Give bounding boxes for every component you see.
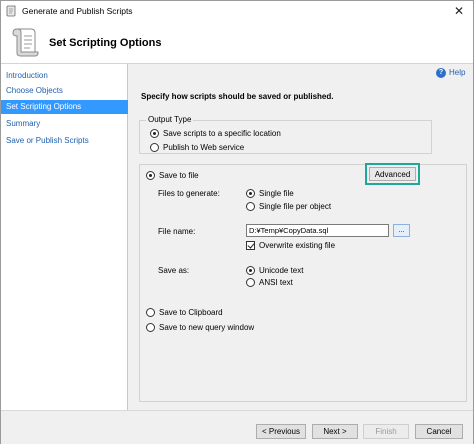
page-header: Set Scripting Options	[1, 21, 473, 64]
output-type-legend: Output Type	[146, 115, 194, 124]
advanced-button-highlight: Advanced	[365, 163, 420, 185]
radio-publish-web-service[interactable]: Publish to Web service	[150, 143, 244, 152]
file-name-input[interactable]	[246, 224, 389, 237]
browse-button[interactable]: ...	[393, 224, 410, 237]
help-icon: ?	[436, 68, 446, 78]
sidebar-item-introduction[interactable]: Introduction	[1, 69, 128, 83]
checkbox-label: Overwrite existing file	[259, 241, 336, 250]
radio-button[interactable]	[246, 189, 255, 198]
radio-button[interactable]	[146, 323, 155, 332]
radio-button[interactable]	[246, 278, 255, 287]
radio-unicode-text[interactable]: Unicode text	[246, 266, 303, 275]
finish-button[interactable]: Finish	[363, 424, 409, 439]
radio-save-to-clipboard[interactable]: Save to Clipboard	[146, 308, 223, 317]
window-title: Generate and Publish Scripts	[22, 6, 133, 16]
radio-label: Save scripts to a specific location	[163, 129, 281, 138]
radio-label: Save to file	[159, 171, 199, 180]
radio-save-to-query-window[interactable]: Save to new query window	[146, 323, 254, 332]
help-label: Help	[449, 68, 466, 78]
radio-single-file[interactable]: Single file	[246, 189, 294, 198]
radio-label: Publish to Web service	[163, 143, 245, 152]
radio-button[interactable]	[150, 143, 159, 152]
sidebar-item-choose-objects[interactable]: Choose Objects	[1, 84, 128, 98]
radio-save-to-location[interactable]: Save scripts to a specific location	[150, 129, 281, 138]
next-button[interactable]: Next >	[312, 424, 358, 439]
radio-button[interactable]	[150, 129, 159, 138]
save-options-group: Save to file Files to generate: Single f…	[139, 164, 467, 402]
radio-label: ANSI text	[259, 278, 293, 287]
advanced-button[interactable]: Advanced	[369, 167, 416, 181]
checkbox-overwrite-existing[interactable]: Overwrite existing file	[246, 241, 335, 250]
wizard-window: Generate and Publish Scripts ✕ Set Scrip…	[0, 0, 474, 444]
radio-label: Save to Clipboard	[159, 308, 223, 317]
radio-label: Single file per object	[259, 202, 332, 211]
output-type-group: Output Type Save scripts to a specific l…	[139, 115, 432, 154]
radio-label: Single file	[259, 189, 294, 198]
sidebar-item-summary[interactable]: Summary	[1, 117, 128, 131]
page-title: Set Scripting Options	[49, 37, 162, 49]
radio-button[interactable]	[146, 171, 155, 180]
save-as-label: Save as:	[158, 266, 190, 275]
radio-single-file-per-object[interactable]: Single file per object	[246, 202, 331, 211]
file-name-label: File name:	[158, 227, 196, 236]
radio-label: Save to new query window	[159, 323, 255, 332]
cancel-button[interactable]: Cancel	[415, 424, 463, 439]
help-link[interactable]: ? Help	[436, 68, 465, 78]
previous-button[interactable]: < Previous	[256, 424, 306, 439]
wizard-steps-sidebar: Introduction Choose Objects Set Scriptin…	[1, 64, 128, 410]
radio-ansi-text[interactable]: ANSI text	[246, 278, 293, 287]
main-panel: ? Help Specify how scripts should be save…	[129, 64, 473, 410]
script-scroll-icon	[12, 28, 39, 57]
radio-button[interactable]	[246, 202, 255, 211]
sidebar-item-save-or-publish[interactable]: Save or Publish Scripts	[1, 134, 128, 148]
radio-label: Unicode text	[259, 266, 304, 275]
files-to-generate-label: Files to generate:	[158, 189, 220, 198]
script-scroll-icon	[6, 5, 16, 17]
instructions-text: Specify how scripts should be saved or p…	[141, 92, 334, 101]
checkbox[interactable]	[246, 241, 255, 250]
wizard-footer: < Previous Next > Finish Cancel	[1, 410, 473, 444]
title-bar: Generate and Publish Scripts ✕	[1, 1, 473, 21]
radio-button[interactable]	[246, 266, 255, 275]
radio-save-to-file[interactable]: Save to file	[146, 171, 199, 180]
radio-button[interactable]	[146, 308, 155, 317]
close-icon[interactable]: ✕	[445, 1, 473, 21]
sidebar-item-set-scripting-options[interactable]: Set Scripting Options	[1, 100, 128, 114]
